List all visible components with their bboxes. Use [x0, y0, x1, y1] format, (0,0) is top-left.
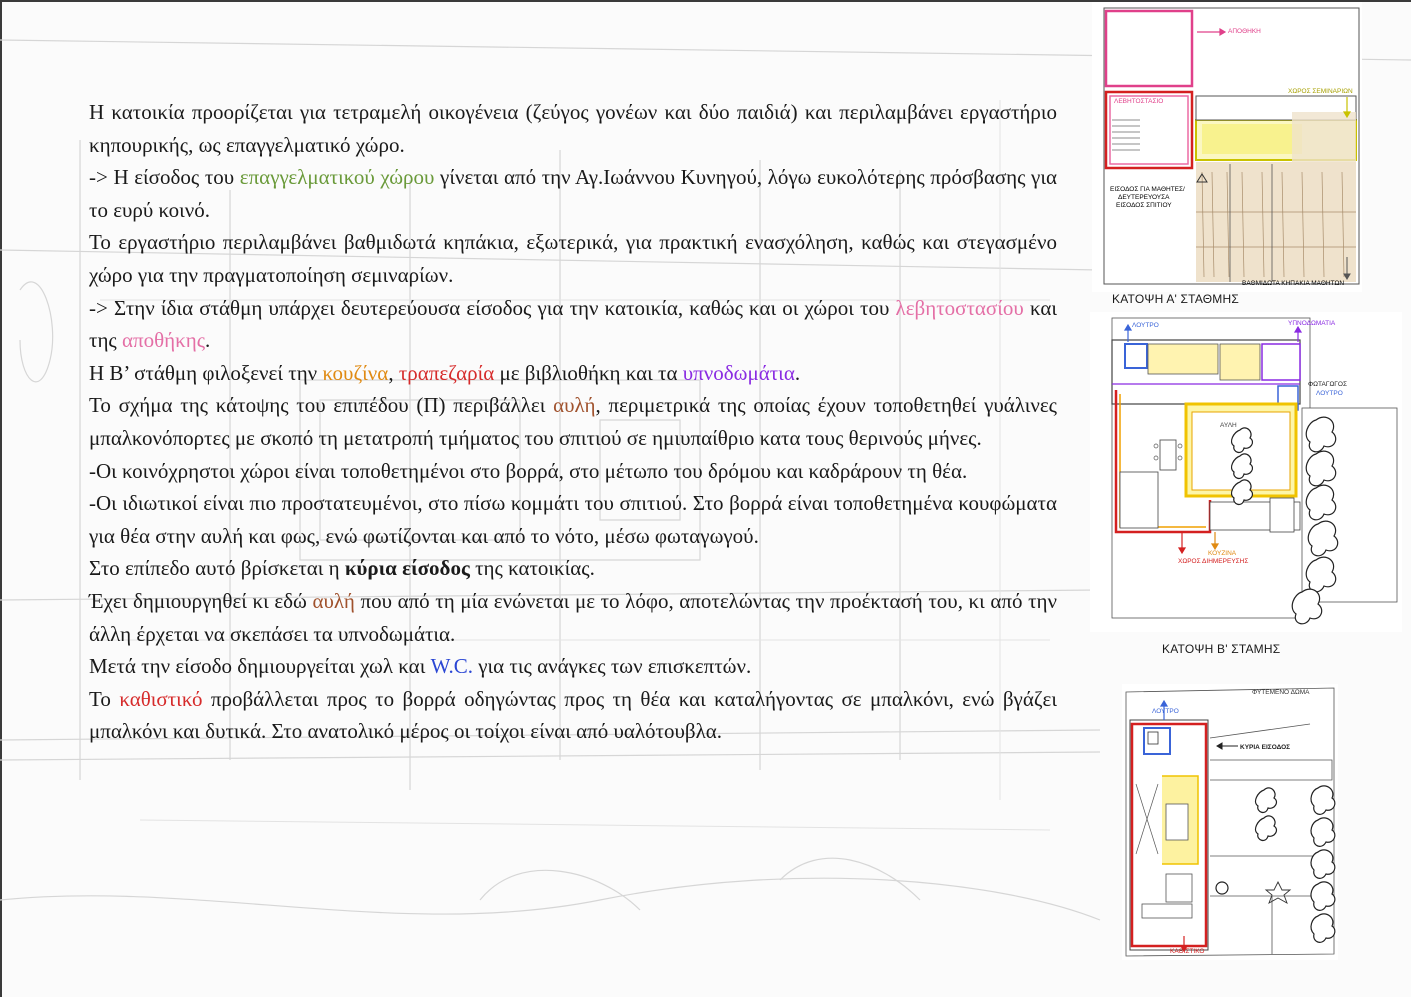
plan-c-main-entrance-label: ΚΥΡΙΑ ΕΙΣΟΔΟΣ: [1240, 744, 1291, 751]
floor-plan-c-drawing: [1125, 687, 1336, 957]
highlighted-term: αυλή: [312, 588, 355, 613]
plan-a-caption: ΚΑΤΟΨΗ Α' ΣΤΑΘΜΗΣ: [1112, 292, 1239, 306]
plan-b-kitchen-label: ΚΟΥΖΙΝΑ: [1208, 550, 1237, 557]
floor-plan-b-drawing: [1111, 317, 1398, 625]
text-run: Το σχήμα της κάτοψης του επιπέδου (Π) πε…: [89, 393, 554, 418]
plan-b-bathroom2-label: ΛΟΥΤΡΟ: [1316, 390, 1343, 397]
highlighted-term: W.C.: [430, 654, 473, 679]
text-run: Μετά την είσοδο δημιουργείται χωλ και: [89, 654, 431, 679]
floor-plan-a: ΑΠΟΘΗΚΗ ΛΕΒΗΤΟΣΤΑΣΙΟ ΧΩΡΟΣ ΣΕΜΙΝΑΡΙΩΝ ΕΙ…: [1092, 2, 1362, 292]
paragraph: -Οι ιδιωτικοί είναι πιο προστατευμένοι, …: [89, 487, 1057, 552]
floor-plan-c: ΦΥΤΕΜΕΝΟ ΔΩΜΑ ΛΟΥΤΡΟ ΚΥΡΙΑ ΕΙΣΟΔΟΣ ΚΑΘΙΣ…: [1122, 684, 1338, 960]
paragraph: Το σχήμα της κάτοψης του επιπέδου (Π) πε…: [89, 389, 1057, 454]
floor-plan-a-drawing: [1103, 7, 1360, 285]
text-run: -> Στην ίδια στάθμη υπάρχει δευτερεύουσα…: [89, 295, 896, 320]
plan-a-storage-label: ΑΠΟΘΗΚΗ: [1228, 28, 1261, 35]
text-run: ,: [388, 360, 399, 385]
plan-a-gardens-label: ΒΑΘΜΙΔΩΤΑ ΚΗΠΑΚΙΑ ΜΑΘΗΤΩΝ: [1242, 280, 1345, 287]
text-run: -> Η είσοδος του: [89, 165, 240, 190]
highlighted-term: λεβητοστασίου: [895, 295, 1024, 320]
paragraph: Έχει δημιουργηθεί κι εδώ αυλή που από τη…: [89, 585, 1057, 650]
plan-b-caption: ΚΑΤΟΨΗ Β' ΣΤΑΜΗΣ: [1162, 642, 1281, 656]
text-run: με βιβλιοθήκη και τα: [494, 360, 683, 385]
description-text: Η κατοικία προορίζεται για τετραμελή οικ…: [89, 96, 1057, 748]
paragraph: Το καθιστικό προβάλλεται προς το βορρά ο…: [89, 683, 1057, 748]
plan-a-entrance-line1: ΕΙΣΟΔΟΣ ΓΙΑ ΜΑΘΗΤΕΣ/: [1110, 186, 1185, 193]
highlighted-term: υπνοδωμάτια: [682, 360, 795, 385]
highlighted-term: επαγγελματικού χώρου: [239, 165, 435, 190]
text-run: της κατοικίας.: [469, 556, 595, 581]
paragraph: -> Στην ίδια στάθμη υπάρχει δευτερεύουσα…: [89, 292, 1057, 357]
text-run: Στο επίπεδο αυτό βρίσκεται η: [89, 556, 345, 581]
paragraph: Το εργαστήριο περιλαμβάνει βαθμιδωτά κηπ…: [89, 226, 1057, 291]
text-run: -Οι ιδιωτικοί είναι πιο προστατευμένοι, …: [89, 491, 1057, 548]
plan-a-boiler-label: ΛΕΒΗΤΟΣΤΑΣΙΟ: [1114, 98, 1164, 105]
plan-a-entrance-line3: ΕΙΣΟΔΟΣ ΣΠΙΤΙΟΥ: [1116, 202, 1172, 209]
text-run: .: [794, 360, 801, 385]
paragraph: Η Β’ στάθμη φιλοξενεί την κουζίνα, τραπε…: [89, 357, 1057, 390]
plan-b-courtyard-label: ΑΥΛΗ: [1220, 422, 1237, 429]
highlighted-term: καθιστικό: [119, 686, 203, 711]
paragraph: Μετά την είσοδο δημιουργείται χωλ και W.…: [89, 650, 1057, 683]
highlighted-term: κουζίνα: [322, 360, 389, 385]
paragraph: Η κατοικία προορίζεται για τετραμελή οικ…: [89, 96, 1057, 161]
text-run: Η Β’ στάθμη φιλοξενεί την: [89, 360, 323, 385]
plan-b-bedrooms-label: ΥΠΝΟΔΩΜΑΤΙΑ: [1288, 320, 1336, 327]
highlighted-term: τραπεζαρία: [398, 360, 495, 385]
text-run: Έχει δημιουργηθεί κι εδώ: [89, 588, 313, 613]
text-run: .: [205, 328, 211, 353]
highlighted-term: αυλή: [553, 393, 596, 418]
text-run: προβάλλεται προς το βορρά οδηγώντας προς…: [89, 686, 1057, 744]
floor-plan-b: ΛΟΥΤΡΟ ΥΠΝΟΔΩΜΑΤΙΑ ΦΩΤΑΓΩΓΟΣ ΛΟΥΤΡΟ ΑΥΛΗ…: [1090, 312, 1402, 632]
highlighted-term: αποθήκης: [122, 328, 206, 353]
plan-a-entrance-line2: ΔΕΥΤΕΡΕΥΟΥΣΑ: [1118, 194, 1170, 201]
paragraph: -Οι κοινόχρηστοι χώροι είναι τοποθετημέν…: [89, 455, 1057, 488]
text-run: Το: [89, 686, 120, 711]
plan-c-living-label: ΚΑΘΙΣΤΙΚΟ: [1170, 948, 1205, 955]
plan-a-seminar-label: ΧΩΡΟΣ ΣΕΜΙΝΑΡΙΩΝ: [1288, 88, 1353, 95]
plan-c-roof-label: ΦΥΤΕΜΕΝΟ ΔΩΜΑ: [1252, 689, 1310, 696]
paragraph: Στο επίπεδο αυτό βρίσκεται η κύρια είσοδ…: [89, 552, 1057, 585]
text-run: για τις ανάγκες των επισκεπτών.: [473, 654, 752, 679]
text-run: Το εργαστήριο περιλαμβάνει βαθμιδωτά κηπ…: [89, 230, 1057, 287]
bold-term: κύρια είσοδος: [344, 556, 470, 581]
plan-b-lightwell-label: ΦΩΤΑΓΩΓΟΣ: [1308, 381, 1347, 388]
plan-b-bathroom-label: ΛΟΥΤΡΟ: [1132, 322, 1159, 329]
plan-c-bathroom-label: ΛΟΥΤΡΟ: [1152, 708, 1179, 715]
paragraph: -> Η είσοδος του επαγγελματικού χώρου γί…: [89, 161, 1057, 226]
plan-b-dining-label: ΧΩΡΟΣ ΔΙΗΜΕΡΕΥΣΗΣ: [1178, 558, 1249, 565]
text-run: -Οι κοινόχρηστοι χώροι είναι τοποθετημέν…: [89, 458, 968, 483]
text-run: Η κατοικία προορίζεται για τετραμελή οικ…: [89, 100, 1057, 157]
